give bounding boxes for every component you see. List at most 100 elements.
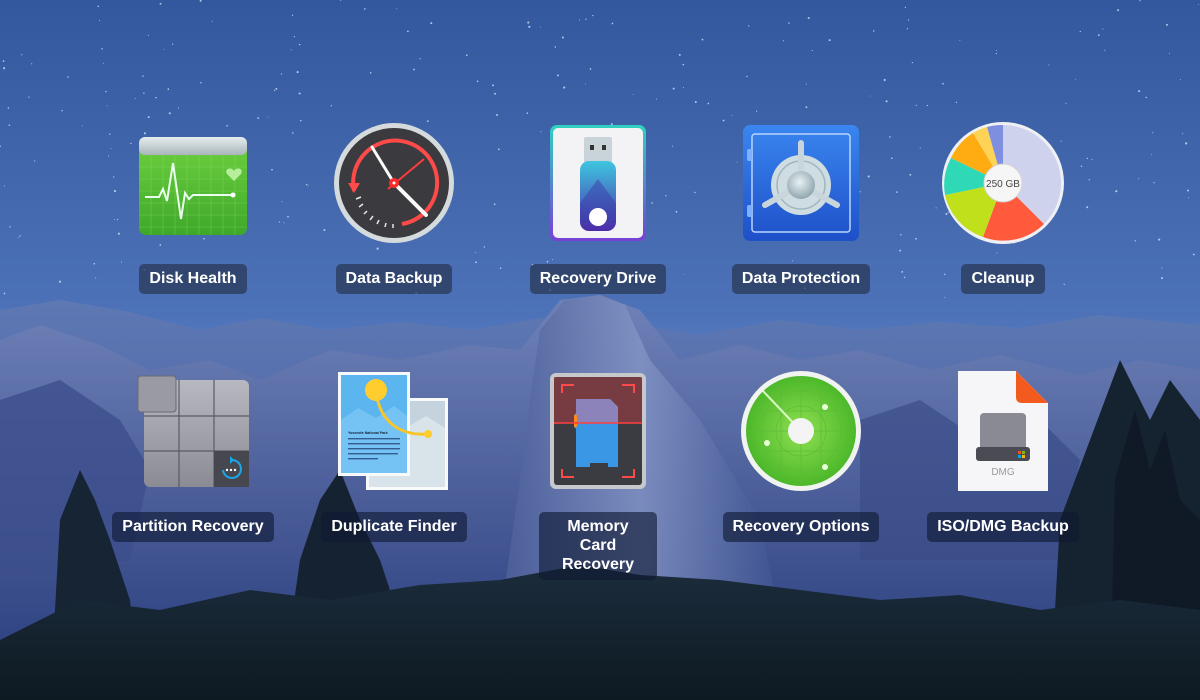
star: [585, 18, 587, 20]
star: [492, 84, 494, 87]
app-tile-iso-dmg-backup[interactable]: DMG ISO/DMG Backup: [913, 366, 1093, 542]
star: [872, 30, 875, 32]
star: [554, 46, 557, 48]
app-tile-memory-card-recovery[interactable]: Memory Card Recovery: [508, 366, 688, 580]
star: [926, 104, 929, 107]
yosemite-wallpaper-image: [0, 0, 1200, 700]
app-tile-data-backup[interactable]: Data Backup: [304, 118, 484, 294]
star: [283, 222, 285, 224]
app-tile-recovery-drive[interactable]: Recovery Drive: [508, 118, 688, 294]
app-label: Recovery Drive: [529, 264, 667, 294]
star: [915, 104, 917, 106]
star: [584, 83, 586, 85]
star: [275, 87, 278, 90]
star: [300, 119, 302, 122]
star: [682, 63, 685, 66]
star: [97, 5, 99, 8]
star: [527, 21, 530, 24]
star: [3, 67, 6, 70]
star: [2, 60, 5, 62]
star: [1188, 197, 1190, 199]
app-tile-partition-recovery[interactable]: Partition Recovery: [103, 366, 283, 542]
star: [98, 19, 101, 22]
star: [701, 38, 704, 41]
star: [1152, 132, 1154, 134]
star: [9, 226, 11, 228]
app-label: ISO/DMG Backup: [927, 512, 1079, 542]
star: [682, 87, 684, 89]
star: [869, 95, 871, 97]
star: [199, 0, 202, 2]
star: [496, 114, 498, 116]
star: [106, 105, 108, 107]
document-heading: Yosemite National Park: [348, 431, 388, 435]
disk-usage-pie-icon: 250 GB: [938, 118, 1068, 248]
app-label: Disk Health: [139, 264, 247, 294]
duplicate-documents-icon: Yosemite National Park: [329, 366, 459, 496]
star: [171, 43, 174, 45]
partition-grid-icon: [128, 366, 258, 496]
usb-drive-icon: [533, 118, 663, 248]
star: [3, 292, 6, 295]
star: [159, 2, 162, 5]
star: [494, 92, 497, 95]
star: [1182, 133, 1184, 135]
app-tile-recovery-options[interactable]: Recovery Options: [711, 366, 891, 542]
star: [883, 78, 886, 82]
star: [579, 19, 580, 21]
app-tile-cleanup[interactable]: 250 GB Cleanup: [913, 118, 1093, 294]
app-label: Duplicate Finder: [321, 512, 467, 542]
app-label: Partition Recovery: [112, 512, 274, 542]
star: [293, 35, 296, 38]
star: [807, 16, 810, 20]
star: [17, 237, 19, 238]
star: [1179, 78, 1181, 80]
star: [1186, 189, 1189, 192]
star: [1138, 90, 1141, 93]
star: [287, 215, 289, 218]
star: [561, 36, 564, 39]
app-label: Cleanup: [961, 264, 1045, 294]
app-tile-data-protection[interactable]: Data Protection: [711, 118, 891, 294]
star: [805, 83, 807, 85]
star: [396, 7, 398, 9]
app-label: Data Protection: [731, 264, 871, 294]
star: [330, 105, 332, 107]
star: [896, 191, 898, 193]
star: [899, 249, 902, 252]
star: [909, 173, 912, 176]
star: [959, 39, 961, 41]
star: [1150, 153, 1152, 155]
star: [944, 296, 946, 298]
star: [298, 92, 301, 95]
safe-vault-icon: [736, 118, 866, 248]
star: [655, 98, 658, 100]
star: [900, 233, 902, 236]
app-tile-disk-health[interactable]: Disk Health: [103, 118, 283, 294]
star: [465, 54, 468, 57]
star: [413, 68, 415, 71]
star: [142, 75, 144, 77]
star: [1117, 9, 1120, 12]
app-tile-duplicate-finder[interactable]: Yosemite National Park Duplicate Finder: [304, 366, 484, 542]
star: [163, 49, 165, 50]
star: [707, 102, 710, 105]
file-type-badge: DMG: [991, 467, 1015, 478]
star: [31, 63, 33, 65]
star: [592, 15, 594, 17]
star: [528, 25, 531, 28]
star: [430, 22, 433, 25]
star: [7, 107, 10, 109]
star: [168, 112, 171, 115]
star: [273, 89, 276, 92]
star: [1075, 78, 1076, 80]
star: [589, 68, 592, 70]
star: [291, 14, 294, 16]
star: [93, 262, 96, 265]
star: [177, 107, 180, 109]
star: [155, 96, 157, 99]
star: [81, 125, 83, 127]
star: [891, 157, 893, 159]
star: [942, 82, 944, 85]
star: [167, 88, 170, 90]
